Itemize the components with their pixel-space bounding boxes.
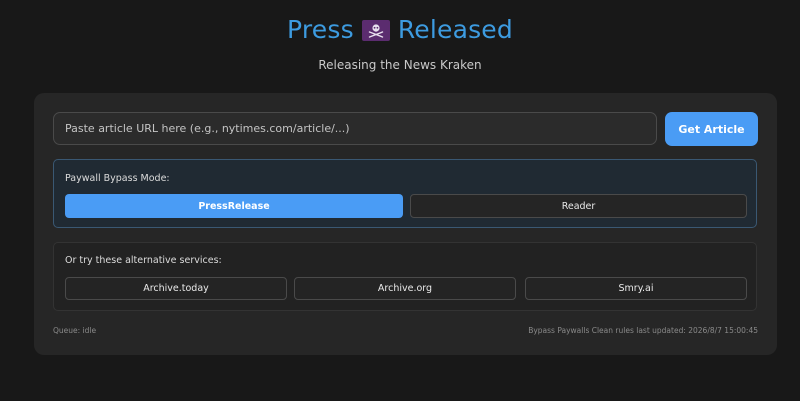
smry-ai-button[interactable]: Smry.ai — [525, 277, 747, 300]
title-part-press: Press — [287, 15, 354, 44]
bypass-mode-panel: Paywall Bypass Mode: PressRelease Reader — [53, 159, 757, 228]
rules-updated-status: Bypass Paywalls Clean rules last updated… — [528, 326, 758, 335]
subtitle: Releasing the News Kraken — [318, 58, 482, 72]
pirate-flag-icon — [361, 19, 390, 41]
main-card: Get Article Paywall Bypass Mode: PressRe… — [34, 93, 777, 355]
bypass-mode-label: Paywall Bypass Mode: — [65, 173, 170, 184]
title-part-released: Released — [397, 15, 513, 44]
queue-status: Queue: idle — [53, 326, 97, 335]
archive-org-button[interactable]: Archive.org — [294, 277, 516, 300]
get-article-button[interactable]: Get Article — [665, 112, 758, 146]
header: Press Released — [0, 12, 800, 48]
app-title: Press Released — [287, 12, 513, 48]
alternative-services-label: Or try these alternative services: — [65, 255, 222, 266]
article-url-input[interactable] — [53, 112, 657, 145]
archive-today-button[interactable]: Archive.today — [65, 277, 287, 300]
mode-reader-button[interactable]: Reader — [410, 194, 747, 218]
page: Press Released Releasing the News Kraken… — [0, 0, 800, 401]
alternative-services-panel: Or try these alternative services: Archi… — [53, 242, 757, 311]
mode-pressrelease-button[interactable]: PressRelease — [65, 194, 403, 218]
